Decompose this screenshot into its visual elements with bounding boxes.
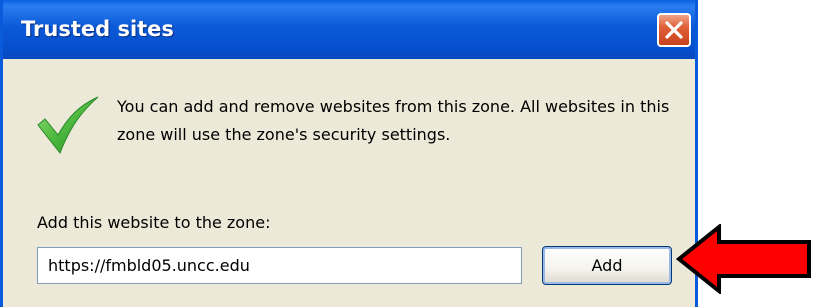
close-button[interactable] [657, 13, 691, 47]
green-checkmark-icon [37, 96, 99, 155]
website-url-input[interactable] [37, 247, 522, 284]
window-title: Trusted sites [21, 17, 174, 41]
close-x-icon [665, 21, 683, 39]
zone-description: You can add and remove websites from thi… [117, 97, 670, 144]
red-arrow-left-icon [676, 224, 811, 294]
trusted-sites-dialog: Trusted sites You can add and remove web… [0, 0, 698, 307]
title-bar[interactable]: Trusted sites [3, 0, 695, 59]
add-button[interactable]: Add [542, 246, 672, 285]
add-website-label: Add this website to the zone: [37, 213, 271, 232]
